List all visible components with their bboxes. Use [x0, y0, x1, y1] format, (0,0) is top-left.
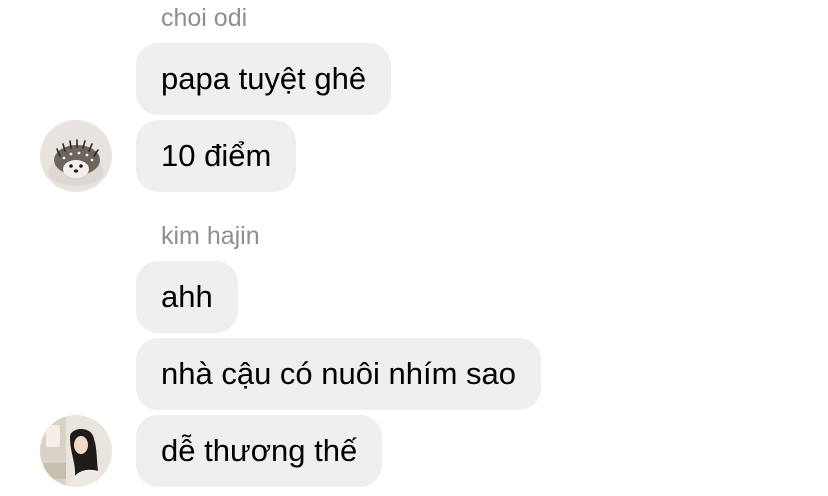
message-text: ahh — [161, 279, 213, 314]
message-text: 10 điểm — [161, 138, 272, 173]
message-bubble[interactable]: dễ thương thế — [136, 415, 383, 487]
sender-name: choi odi — [161, 4, 248, 32]
message-bubble[interactable]: ahh — [136, 261, 238, 333]
girl-avatar[interactable] — [40, 415, 112, 487]
message-text: nhà cậu có nuôi nhím sao — [161, 356, 517, 391]
hedgehog-avatar[interactable] — [40, 120, 112, 192]
sender-name: kim hajin — [161, 222, 260, 250]
message-bubble[interactable]: nhà cậu có nuôi nhím sao — [136, 338, 542, 410]
message-bubble[interactable]: papa tuyệt ghê — [136, 43, 392, 115]
message-bubble[interactable]: 10 điểm — [136, 120, 297, 192]
message-text: dễ thương thế — [161, 433, 358, 468]
person-icon — [40, 415, 112, 487]
hedgehog-icon — [40, 120, 112, 192]
message-text: papa tuyệt ghê — [161, 61, 367, 96]
